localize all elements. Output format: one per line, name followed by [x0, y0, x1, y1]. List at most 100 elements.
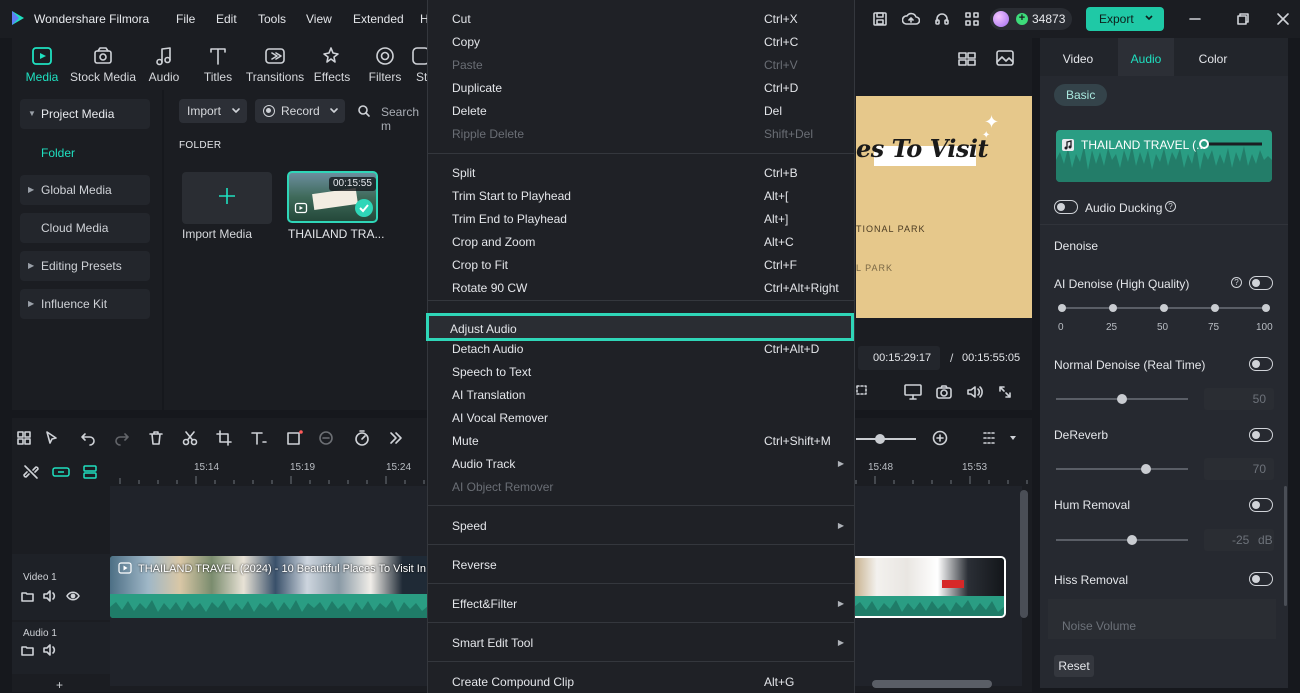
menu-file[interactable]: File	[176, 12, 195, 26]
menu-item-audio-track[interactable]: Audio Track ▶	[428, 453, 854, 475]
hum-removal-knob[interactable]	[1127, 535, 1137, 545]
minimize-icon[interactable]	[1188, 12, 1202, 26]
sidebar-item-editing-presets[interactable]: ▶ Editing Presets	[20, 251, 150, 281]
cloud-upload-icon[interactable]	[902, 11, 920, 27]
normal-denoise-knob[interactable]	[1117, 394, 1127, 404]
menu-item-trim-end-to-playhead[interactable]: Trim End to Playhead Alt+]	[428, 208, 854, 230]
save-icon[interactable]	[872, 11, 888, 27]
menu-item-speech-to-text[interactable]: Speech to Text	[428, 361, 854, 383]
import-media-tile[interactable]	[182, 172, 272, 224]
sidebar-item-influence-kit[interactable]: ▶ Influence Kit	[20, 289, 150, 319]
select-tool-icon[interactable]	[44, 430, 60, 446]
record-dropdown[interactable]: Record	[255, 99, 345, 123]
reset-button[interactable]: Reset	[1054, 655, 1094, 677]
undo-icon[interactable]	[80, 430, 96, 446]
scissors-icon[interactable]	[182, 430, 198, 446]
menu-item-adjust-audio[interactable]: Adjust Audio	[426, 313, 854, 341]
audio-ducking-toggle[interactable]	[1054, 200, 1078, 214]
menu-tools[interactable]: Tools	[258, 12, 286, 26]
fullscreen-icon[interactable]	[998, 385, 1012, 399]
eye-icon[interactable]	[66, 591, 80, 601]
volume-handle[interactable]	[1199, 139, 1209, 149]
tab-color[interactable]: Color	[1180, 38, 1246, 76]
hiss-removal-toggle[interactable]	[1249, 572, 1273, 586]
image-icon[interactable]	[996, 50, 1014, 66]
menu-item-ai-vocal-remover[interactable]: AI Vocal Remover	[428, 407, 854, 429]
ai-denoise-stop-0[interactable]	[1058, 304, 1066, 312]
help-icon[interactable]: ?	[1231, 277, 1242, 288]
help-icon[interactable]: ?	[1165, 201, 1176, 212]
media-clip-thumbnail[interactable]: 00:15:55	[287, 171, 378, 223]
menu-item-speed[interactable]: Speed ▶	[428, 515, 854, 537]
zoom-slider-knob[interactable]	[875, 434, 885, 444]
snapshot-icon[interactable]	[936, 384, 952, 400]
credits-badge[interactable]: + 34873	[990, 8, 1072, 30]
ai-denoise-stop-25[interactable]	[1109, 304, 1117, 312]
hum-value-box[interactable]: -25 dB	[1204, 529, 1274, 551]
menu-item-cut[interactable]: Cut Ctrl+X	[428, 8, 854, 30]
menu-item-mute[interactable]: Mute Ctrl+Shift+M	[428, 430, 854, 452]
export-button[interactable]: Export	[1086, 7, 1164, 31]
normal-denoise-toggle[interactable]	[1249, 357, 1273, 371]
speed-icon[interactable]	[354, 430, 370, 446]
search-input[interactable]: Search m	[381, 105, 430, 133]
delete-icon[interactable]	[148, 430, 164, 446]
menu-item-ai-translation[interactable]: AI Translation	[428, 384, 854, 406]
tab-video[interactable]: Video	[1040, 38, 1116, 76]
crop-icon[interactable]	[216, 430, 232, 446]
zoom-slider-track[interactable]	[856, 438, 916, 440]
folder-icon[interactable]	[21, 590, 34, 602]
menu-item-reverse[interactable]: Reverse	[428, 554, 854, 576]
add-track-icon[interactable]: +	[56, 678, 63, 692]
normal-denoise-value[interactable]: 50	[1204, 388, 1274, 410]
search-icon[interactable]	[357, 104, 371, 118]
menu-item-smart-edit-tool[interactable]: Smart Edit Tool ▶	[428, 632, 854, 654]
monitor-icon[interactable]	[904, 384, 922, 400]
menu-item-rotate-90-cw[interactable]: Rotate 90 CW Ctrl+Alt+Right	[428, 277, 854, 299]
menu-item-crop-and-zoom[interactable]: Crop and Zoom Alt+C	[428, 231, 854, 253]
menu-item-copy[interactable]: Copy Ctrl+C	[428, 31, 854, 53]
ai-denoise-stop-50[interactable]	[1160, 304, 1168, 312]
menu-extended[interactable]: Extended	[353, 12, 404, 26]
menu-item-crop-to-fit[interactable]: Crop to Fit Ctrl+F	[428, 254, 854, 276]
ai-denoise-stop-75[interactable]	[1211, 304, 1219, 312]
menu-item-duplicate[interactable]: Duplicate Ctrl+D	[428, 77, 854, 99]
menu-item-split[interactable]: Split Ctrl+B	[428, 162, 854, 184]
folder-icon[interactable]	[21, 644, 34, 656]
menu-view[interactable]: View	[306, 12, 332, 26]
dereverb-toggle[interactable]	[1249, 428, 1273, 442]
menu-item-trim-start-to-playhead[interactable]: Trim Start to Playhead Alt+[	[428, 185, 854, 207]
layout-grid-icon[interactable]	[16, 430, 32, 446]
zoom-in-icon[interactable]	[932, 430, 948, 446]
render-preview-icon[interactable]	[856, 385, 872, 399]
audio-waveform-card[interactable]: THAILAND TRAVEL (...	[1056, 130, 1272, 182]
hum-removal-slider[interactable]	[1056, 539, 1188, 541]
sidebar-item-folder[interactable]: Folder	[41, 146, 75, 160]
track-manager-icon[interactable]	[82, 464, 98, 480]
hum-removal-toggle[interactable]	[1249, 498, 1273, 512]
sidebar-item-global-media[interactable]: ▶ Global Media	[20, 175, 150, 205]
video-clip-end[interactable]	[854, 556, 1006, 618]
speaker-icon[interactable]	[43, 644, 57, 656]
timeline-horizontal-scrollbar[interactable]	[872, 680, 992, 688]
unlink-icon[interactable]	[23, 464, 39, 480]
dereverb-slider[interactable]	[1056, 468, 1188, 470]
ai-denoise-toggle[interactable]	[1249, 276, 1273, 290]
speaker-icon[interactable]	[43, 590, 57, 602]
timeline-vertical-scrollbar[interactable]	[1020, 490, 1028, 618]
preview-canvas[interactable]: es To Visit ✦ ✦ TIONAL PARK L PARK	[856, 96, 1032, 318]
more-tools-icon[interactable]	[388, 430, 404, 446]
grid-view-icon[interactable]	[958, 52, 976, 66]
dereverb-value[interactable]: 70	[1204, 458, 1274, 480]
panel-scrollbar[interactable]	[1284, 486, 1287, 606]
track-layout-dropdown-icon[interactable]	[1008, 433, 1018, 443]
tab-filters[interactable]: Filters	[355, 38, 415, 90]
menu-item-detach-audio[interactable]: Detach Audio Ctrl+Alt+D	[428, 338, 854, 360]
menu-item-create-compound-clip[interactable]: Create Compound Clip Alt+G	[428, 671, 854, 693]
maximize-icon[interactable]	[1236, 12, 1250, 26]
headset-icon[interactable]	[934, 11, 950, 27]
track-layout-icon[interactable]	[982, 430, 998, 446]
dereverb-knob[interactable]	[1141, 464, 1151, 474]
shape-tool-icon[interactable]	[286, 430, 304, 446]
basic-tab[interactable]: Basic	[1054, 84, 1108, 106]
